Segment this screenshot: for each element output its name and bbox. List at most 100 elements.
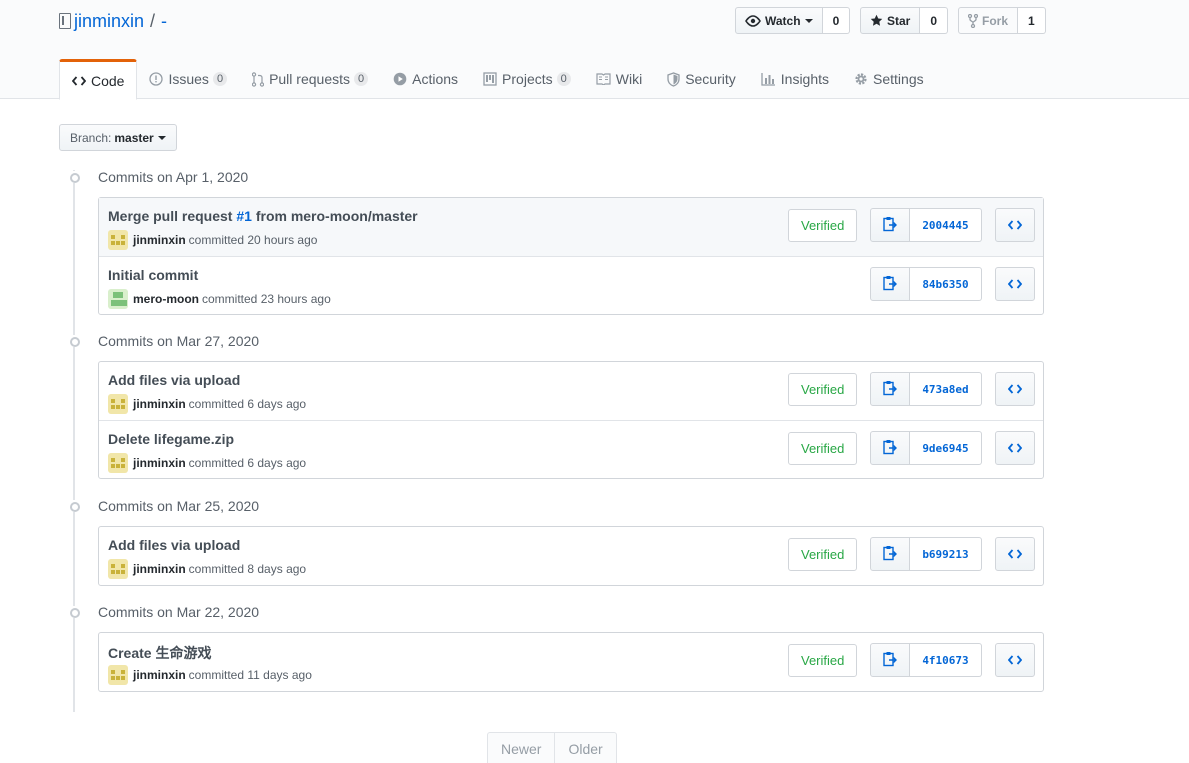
fork-group: Fork 1 xyxy=(958,7,1046,34)
commit-title[interactable]: Delete lifegame.zip xyxy=(108,431,234,447)
code-icon xyxy=(1007,546,1023,562)
older-button[interactable]: Older xyxy=(555,732,617,763)
sha-group: 9de6945 xyxy=(870,431,982,465)
shield-icon xyxy=(667,71,680,87)
commit-title-text[interactable]: Initial commit xyxy=(108,267,198,283)
copy-sha-button[interactable] xyxy=(870,431,910,465)
copy-sha-button[interactable] xyxy=(870,267,910,301)
commit-title[interactable]: Add files via upload xyxy=(108,537,240,553)
commit-sha-link[interactable]: b699213 xyxy=(910,537,982,571)
commit-title[interactable]: Merge pull request #1 from mero-moon/mas… xyxy=(108,208,418,224)
tab-code[interactable]: Code xyxy=(59,59,138,100)
commit-title-text[interactable]: Create 生命游戏 xyxy=(108,645,211,661)
book-icon xyxy=(596,73,611,85)
star-icon xyxy=(870,14,883,27)
commit-author[interactable]: jinminxin xyxy=(133,456,186,470)
commit-time: 8 days ago xyxy=(247,562,307,576)
fork-count[interactable]: 1 xyxy=(1018,7,1046,34)
commit-title-text[interactable]: Add files via upload xyxy=(108,372,240,388)
verified-badge[interactable]: Verified xyxy=(788,209,858,242)
commit-author[interactable]: jinminxin xyxy=(133,668,186,682)
commit-group: Merge pull request #1 from mero-moon/mas… xyxy=(98,197,1044,315)
browse-repo-button[interactable] xyxy=(995,537,1035,571)
commit-group-title: Commits on Mar 25, 2020 xyxy=(98,498,260,514)
commit-title-text[interactable]: from mero-moon/master xyxy=(252,208,418,224)
commit-group: Add files via upload jinminxin committed… xyxy=(98,526,1044,586)
avatar[interactable] xyxy=(108,453,128,473)
commit-title-text[interactable]: Delete lifegame.zip xyxy=(108,431,234,447)
pull-request-link[interactable]: #1 xyxy=(236,208,252,224)
avatar[interactable] xyxy=(108,289,128,309)
commit-sha-link[interactable]: 473a8ed xyxy=(910,372,982,406)
avatar[interactable] xyxy=(108,394,128,414)
repo-owner-link[interactable]: jinminxin xyxy=(74,11,144,32)
tab-security[interactable]: Security xyxy=(655,59,749,99)
verified-badge[interactable]: Verified xyxy=(788,538,858,571)
copy-sha-button[interactable] xyxy=(870,643,910,677)
commit-title-text[interactable]: Add files via upload xyxy=(108,537,240,553)
repo-name-link[interactable]: - xyxy=(161,11,167,32)
avatar[interactable] xyxy=(108,230,128,250)
commit-author[interactable]: jinminxin xyxy=(133,233,186,247)
commit-time: 11 days ago xyxy=(247,668,312,682)
tab-actions[interactable]: Actions xyxy=(381,59,471,99)
commit-sha-link[interactable]: 4f10673 xyxy=(910,643,982,677)
tab-label: Code xyxy=(91,72,125,89)
tab-wiki[interactable]: Wiki xyxy=(584,59,655,99)
verified-badge[interactable]: Verified xyxy=(788,644,858,677)
clipboard-icon xyxy=(883,216,897,235)
commit-title[interactable]: Initial commit xyxy=(108,267,198,283)
star-button[interactable]: Star xyxy=(860,7,921,34)
commit-author[interactable]: jinminxin xyxy=(133,397,186,411)
tab-label: Issues xyxy=(168,71,209,87)
commit-title[interactable]: Create 生命游戏 xyxy=(108,643,211,663)
commit-sha-link[interactable]: 2004445 xyxy=(910,208,982,242)
tab-label: Security xyxy=(685,71,736,87)
repo-header: jinminxin / - Watch 0 Star 0 Fork 1 Code… xyxy=(0,0,1189,100)
watch-count[interactable]: 0 xyxy=(822,7,851,34)
copy-sha-button[interactable] xyxy=(870,537,910,571)
commit-meta: jinminxin committed 8 days ago xyxy=(108,559,306,579)
commit-group-dot-icon xyxy=(64,335,84,347)
star-count[interactable]: 0 xyxy=(920,7,949,34)
branch-select-button[interactable]: Branch: master xyxy=(59,124,177,151)
commit-author[interactable]: mero-moon xyxy=(133,292,199,306)
pagination: Newer Older xyxy=(487,732,617,763)
clipboard-icon xyxy=(883,439,897,458)
commit-meta: jinminxin committed 6 days ago xyxy=(108,394,306,414)
verified-badge[interactable]: Verified xyxy=(788,373,858,406)
commit-sha-link[interactable]: 84b6350 xyxy=(910,267,982,301)
code-icon xyxy=(1007,652,1023,668)
tab-label: Actions xyxy=(412,71,459,87)
avatar[interactable] xyxy=(108,559,128,579)
tab-pull-requests[interactable]: Pull requests 0 xyxy=(240,59,381,99)
sha-group: 2004445 xyxy=(870,208,982,242)
commit-verb: committed xyxy=(202,292,258,306)
browse-repo-button[interactable] xyxy=(995,431,1035,465)
commit-title-text[interactable]: Merge pull request xyxy=(108,208,236,224)
gear-icon xyxy=(854,72,868,86)
fork-button[interactable]: Fork xyxy=(958,7,1019,34)
copy-sha-button[interactable] xyxy=(870,208,910,242)
commit-verb: committed xyxy=(188,233,245,247)
browse-repo-button[interactable] xyxy=(995,372,1035,406)
tab-projects[interactable]: Projects 0 xyxy=(471,59,584,99)
commit-title[interactable]: Add files via upload xyxy=(108,372,240,388)
commit-meta: mero-moon committed 23 hours ago xyxy=(108,289,331,309)
avatar[interactable] xyxy=(108,665,128,685)
commit-author[interactable]: jinminxin xyxy=(133,562,186,576)
browse-repo-button[interactable] xyxy=(995,267,1035,301)
commit-sha-link[interactable]: 9de6945 xyxy=(910,431,982,465)
repo-separator: / xyxy=(150,10,156,31)
browse-repo-button[interactable] xyxy=(995,643,1035,677)
clipboard-icon xyxy=(883,275,897,294)
browse-repo-button[interactable] xyxy=(995,208,1035,242)
tab-settings[interactable]: Settings xyxy=(842,59,937,99)
verified-badge[interactable]: Verified xyxy=(788,432,858,465)
watch-button[interactable]: Watch xyxy=(735,7,823,34)
commit-group-dot-icon xyxy=(64,171,84,183)
tab-insights[interactable]: Insights xyxy=(749,59,842,99)
copy-sha-button[interactable] xyxy=(870,372,910,406)
newer-button[interactable]: Newer xyxy=(487,732,556,763)
tab-issues[interactable]: Issues 0 xyxy=(137,59,240,99)
